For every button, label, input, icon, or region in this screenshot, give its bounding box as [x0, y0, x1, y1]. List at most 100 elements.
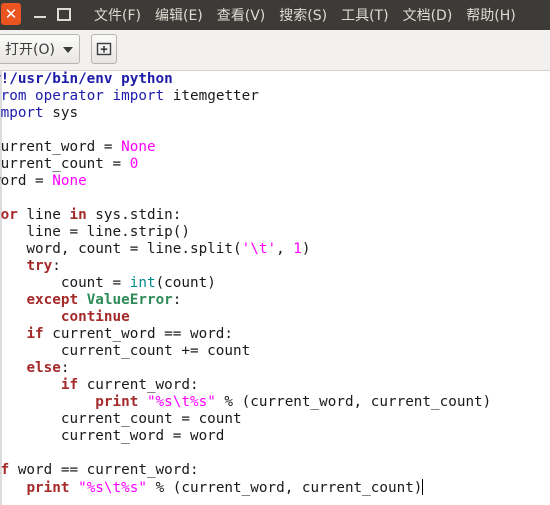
- code-token: ValueError: [86, 292, 173, 308]
- code-line: from operator import itemgetter: [0, 88, 259, 104]
- code-token: line = line.strip(): [0, 224, 190, 240]
- code-token: word == current_word:: [9, 462, 199, 478]
- code-token: if: [0, 462, 10, 478]
- menu-view[interactable]: 查看(V): [217, 5, 266, 25]
- close-icon[interactable]: ✕: [1, 3, 21, 25]
- code-line: if word == current_word:: [0, 462, 199, 478]
- code-token: current_word =: [0, 139, 122, 155]
- new-tab-icon: [96, 42, 112, 56]
- toolbar: 打开(O): [0, 30, 550, 71]
- code-token: :: [52, 258, 61, 274]
- code-token: print: [26, 480, 70, 496]
- code-token: (count): [155, 275, 216, 291]
- maximize-icon[interactable]: [57, 3, 71, 25]
- code-token: :: [172, 292, 182, 308]
- code-line: current_word = word: [0, 428, 225, 444]
- code-line: line = line.strip(): [0, 224, 190, 240]
- code-token: None: [52, 173, 87, 189]
- code-token: #!/usr/bin/env python: [0, 71, 173, 87]
- code-line: continue: [0, 309, 130, 325]
- code-token: for: [0, 207, 18, 223]
- code-token: 0: [129, 156, 139, 172]
- code-token: "%s\t%s": [78, 480, 147, 496]
- menu-search[interactable]: 搜索(S): [279, 5, 327, 25]
- code-line: count = int(count): [0, 275, 216, 291]
- menu-file[interactable]: 文件(F): [94, 5, 141, 25]
- code-token: word, count = line.split(: [0, 241, 242, 257]
- code-line: print "%s\t%s" % (current_word, current_…: [0, 479, 424, 496]
- code-token: current_count += count: [0, 343, 251, 359]
- title-bar: ✕ 文件(F) 编辑(E) 查看(V) 搜索(S) 工具(T) 文档(D) 帮助…: [0, 0, 550, 30]
- code-token: None: [121, 139, 156, 155]
- code-token: itemgetter: [164, 88, 259, 104]
- code-token: in: [69, 207, 87, 223]
- open-button[interactable]: 打开(O): [0, 34, 80, 64]
- code-line: try:: [0, 258, 61, 274]
- code-token: sys: [43, 105, 79, 121]
- code-token: count =: [0, 275, 130, 291]
- chevron-down-icon[interactable]: [63, 47, 73, 53]
- code-token: ): [301, 241, 311, 257]
- code-line: import sys: [0, 105, 78, 121]
- source-code[interactable]: #!/usr/bin/env python from operator impo…: [0, 71, 491, 497]
- code-line: if current_word == word:: [0, 326, 233, 342]
- code-token: if: [26, 326, 44, 342]
- code-token: current_word == word:: [43, 326, 234, 342]
- code-line: current_count = 0: [0, 156, 138, 172]
- code-token: ,: [276, 241, 294, 257]
- code-token: int: [129, 275, 156, 291]
- menu-tools[interactable]: 工具(T): [341, 5, 388, 25]
- minimize-icon[interactable]: [33, 3, 47, 25]
- code-token: line: [17, 207, 70, 223]
- code-token: % (current_word, current_count): [146, 480, 423, 496]
- code-line: print "%s\t%s" % (current_word, current_…: [0, 394, 491, 410]
- code-line: except ValueError:: [0, 292, 181, 308]
- code-line: word, count = line.split('\t', 1): [0, 241, 311, 257]
- text-cursor: [422, 479, 424, 495]
- menu-help[interactable]: 帮助(H): [466, 5, 515, 25]
- code-line: for line in sys.stdin:: [0, 207, 181, 223]
- code-line: if current_word:: [0, 377, 199, 393]
- code-token: if: [60, 377, 79, 393]
- code-token: operator: [35, 88, 104, 104]
- code-token: "%s\t%s": [146, 394, 216, 410]
- code-token: sys.stdin:: [86, 207, 182, 223]
- menu-edit[interactable]: 编辑(E): [155, 5, 203, 25]
- code-token: try: [26, 258, 53, 274]
- code-token: current_count =: [0, 156, 130, 172]
- menu-bar: 文件(F) 编辑(E) 查看(V) 搜索(S) 工具(T) 文档(D) 帮助(H…: [94, 0, 530, 30]
- code-line: #!/usr/bin/env python: [0, 71, 173, 87]
- code-token: % (current_word, current_count): [215, 394, 492, 410]
- open-button-label: 打开(O): [5, 42, 55, 58]
- code-line: current_count = count: [0, 411, 242, 427]
- code-line: current_count += count: [0, 343, 250, 359]
- code-token: :: [60, 360, 70, 376]
- code-token: except: [26, 292, 79, 308]
- new-tab-button[interactable]: [91, 34, 117, 64]
- code-line: else:: [0, 360, 69, 376]
- code-token: current_count = count: [0, 411, 242, 427]
- code-line: word = None: [0, 173, 87, 189]
- menu-documents[interactable]: 文档(D): [403, 5, 453, 25]
- code-line: current_word = None: [0, 139, 156, 155]
- code-token: print: [95, 394, 139, 410]
- code-token: current_word:: [78, 377, 199, 393]
- code-editor[interactable]: #!/usr/bin/env python from operator impo…: [0, 71, 550, 505]
- code-token: import: [112, 88, 165, 104]
- code-token: '\t': [241, 241, 277, 257]
- code-token: 1: [293, 241, 302, 257]
- code-token: else: [26, 360, 61, 376]
- code-token: word =: [0, 173, 44, 189]
